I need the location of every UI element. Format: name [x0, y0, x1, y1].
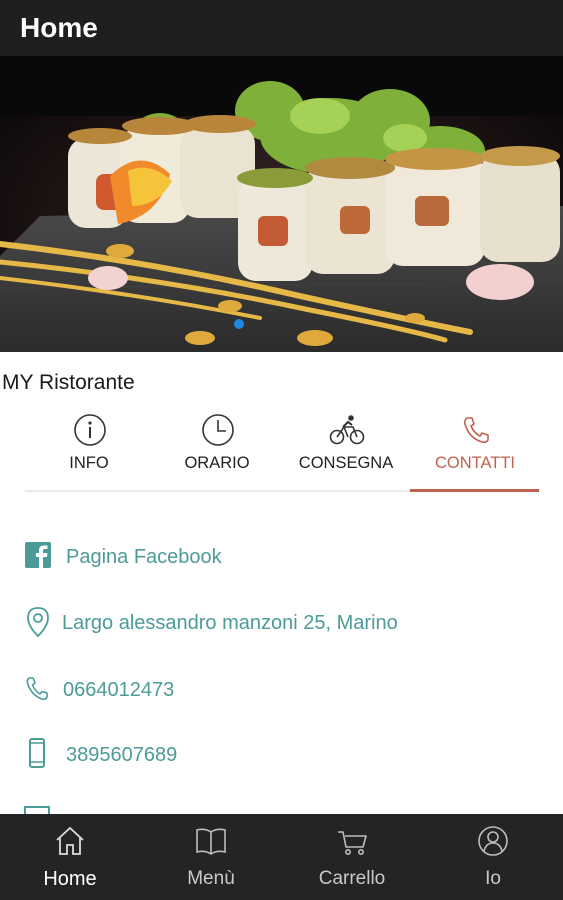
tab-contatti-label: CONTATTI: [434, 454, 516, 472]
cart-icon: [338, 831, 367, 855]
contact-mobile[interactable]: 3895607689: [24, 738, 544, 778]
clock-icon: [202, 414, 234, 446]
phone-icon: [463, 417, 489, 444]
tab-info[interactable]: INFO: [25, 408, 153, 494]
restaurant-name: MY Ristorante: [2, 371, 135, 394]
nav-cart[interactable]: Carrello: [282, 814, 422, 900]
info-icon: [74, 414, 106, 446]
carousel-indicator: [234, 319, 244, 329]
app-bar: Home: [0, 0, 563, 56]
user-icon: [478, 826, 508, 856]
nav-home-label: Home: [43, 868, 97, 890]
hero-image[interactable]: [0, 56, 563, 352]
book-icon: [196, 828, 226, 855]
contact-address-text: Largo alessandro manzoni 25, Marino: [62, 612, 398, 634]
tab-bar: INFO ORARIO CONSEGNA CONTATTI: [25, 408, 539, 494]
tab-consegna[interactable]: CONSEGNA: [282, 408, 410, 494]
bicycle-icon: [329, 415, 365, 445]
bottom-navigation: Home Menù Carrello Io: [0, 814, 563, 900]
tab-consegna-label: CONSEGNA: [298, 454, 394, 472]
phone-icon: [26, 677, 48, 701]
nav-home[interactable]: Home: [0, 814, 140, 900]
nav-cart-label: Carrello: [318, 868, 386, 889]
contact-facebook-text: Pagina Facebook: [66, 546, 222, 568]
page-title: Home: [20, 12, 98, 43]
active-tab-indicator: [410, 489, 539, 492]
nav-menu-label: Menù: [187, 868, 235, 889]
contact-phone[interactable]: 0664012473: [24, 673, 544, 713]
contact-mobile-text: 3895607689: [66, 744, 178, 766]
contact-facebook[interactable]: Pagina Facebook: [24, 540, 544, 580]
nav-profile-label: Io: [485, 868, 501, 889]
nav-profile[interactable]: Io: [423, 814, 563, 900]
sushi-photo: [0, 56, 563, 352]
tab-orario-label: ORARIO: [184, 454, 250, 472]
facebook-icon: [25, 542, 51, 568]
email-icon: [24, 806, 50, 814]
nav-menu[interactable]: Menù: [141, 814, 281, 900]
mobile-phone-icon: [29, 738, 45, 768]
tab-contatti[interactable]: CONTATTI: [411, 408, 539, 494]
tab-orario[interactable]: ORARIO: [153, 408, 281, 494]
home-icon: [56, 826, 84, 855]
contact-address[interactable]: Largo alessandro manzoni 25, Marino: [24, 606, 544, 646]
tab-info-label: INFO: [69, 454, 109, 472]
location-pin-icon: [27, 607, 49, 638]
contact-phone-text: 0664012473: [63, 679, 175, 701]
